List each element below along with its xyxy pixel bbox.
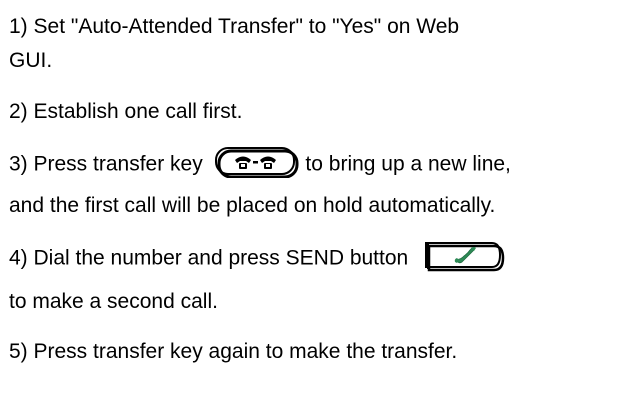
step-1-line-2: GUI. bbox=[9, 49, 53, 72]
step-1-line-1: 1) Set "Auto-Attended Transfer" to "Yes"… bbox=[9, 15, 460, 38]
step-3-text-after: to bring up a new line, bbox=[305, 152, 511, 176]
send-key-icon bbox=[422, 240, 506, 272]
instruction-document: 1) Set "Auto-Attended Transfer" to "Yes"… bbox=[0, 0, 637, 402]
step-3-text-before: 3) Press transfer key bbox=[9, 152, 203, 176]
step-4-line-1: 4) Dial the number and press SEND button bbox=[9, 242, 506, 272]
step-2: 2) Establish one call first. bbox=[9, 100, 243, 123]
step-3-line-2: and the first call will be placed on hol… bbox=[9, 194, 496, 217]
step-4-line-2: to make a second call. bbox=[9, 290, 218, 313]
step-5: 5) Press transfer key again to make the … bbox=[9, 340, 458, 363]
step-4-text-before: 4) Dial the number and press SEND button bbox=[9, 246, 409, 270]
step-3-line-1: 3) Press transfer key to bring up a new … bbox=[9, 147, 511, 178]
transfer-key-icon bbox=[213, 146, 299, 178]
